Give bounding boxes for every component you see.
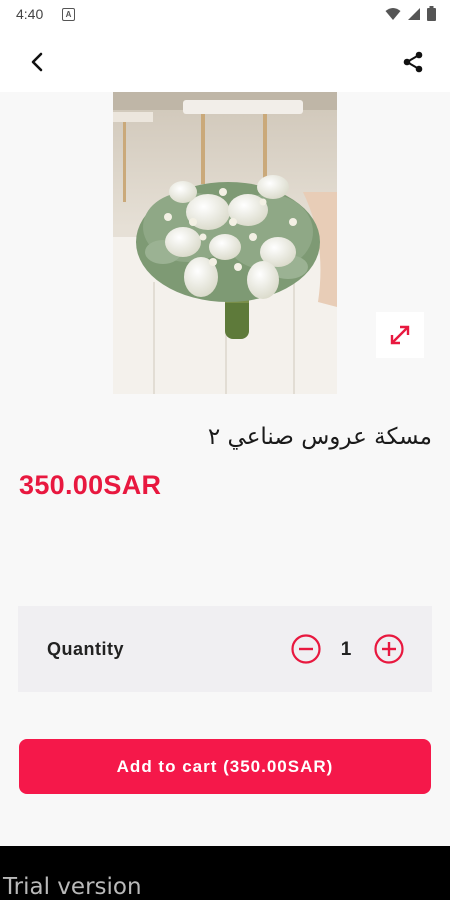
bouquet-photo <box>113 92 337 394</box>
trial-banner: Trial version <box>0 846 450 900</box>
quantity-increase-button[interactable] <box>373 633 405 665</box>
plus-circle-icon <box>374 634 404 664</box>
product-image[interactable] <box>113 92 337 394</box>
minus-circle-icon <box>291 634 321 664</box>
quantity-value: 1 <box>340 639 352 660</box>
quantity-label: Quantity <box>47 639 125 659</box>
quantity-panel: Quantity 1 <box>18 606 432 692</box>
back-button[interactable] <box>22 47 52 77</box>
chevron-left-icon <box>31 52 43 72</box>
a-notification-icon: A <box>62 8 75 21</box>
status-time: 4:40 <box>16 6 44 22</box>
signal-icon <box>408 7 420 20</box>
battery-icon <box>427 6 436 21</box>
product-price: 350.00SAR <box>19 470 162 500</box>
share-icon <box>403 51 423 73</box>
share-button[interactable] <box>398 47 428 77</box>
status-icons <box>385 6 436 21</box>
expand-icon <box>390 325 410 345</box>
quantity-decrease-button[interactable] <box>290 633 322 665</box>
status-bar: 4:40 A <box>0 0 450 30</box>
wifi-icon <box>385 7 401 20</box>
product-detail: مسكة عروس صناعي ٢ 350.00SAR Quantity 1 A… <box>0 92 450 846</box>
product-title: مسكة عروس صناعي ٢ <box>207 424 432 450</box>
trial-text: Trial version <box>3 874 142 900</box>
add-to-cart-button[interactable]: Add to cart (350.00SAR) <box>19 739 431 794</box>
expand-image-button[interactable] <box>376 312 424 358</box>
app-bar <box>0 30 450 92</box>
